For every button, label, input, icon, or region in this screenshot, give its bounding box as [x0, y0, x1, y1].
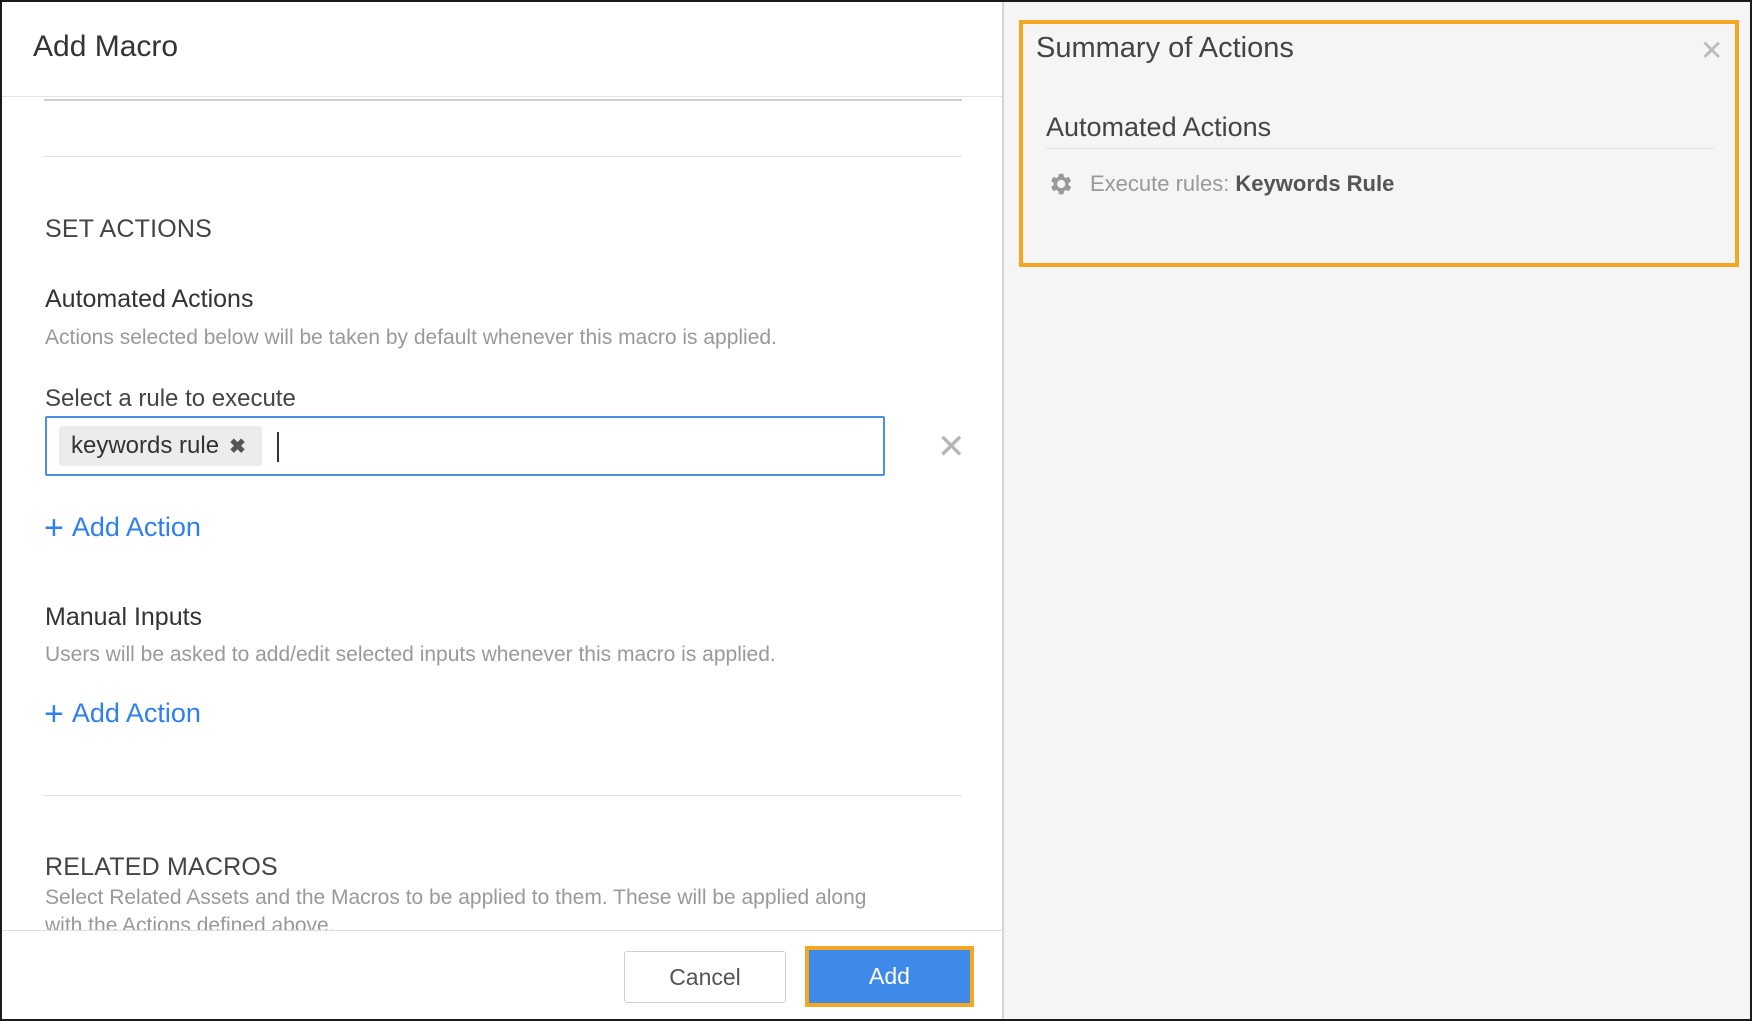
summary-rule-line: Execute rules: Keywords Rule [1046, 170, 1394, 198]
section-divider [44, 156, 962, 157]
plus-icon: + [44, 508, 64, 547]
add-button[interactable]: Add [809, 950, 970, 1003]
modal-footer: Cancel Add [2, 931, 1002, 1019]
automated-actions-description: Actions selected below will be taken by … [45, 326, 777, 349]
header-divider [2, 96, 1002, 97]
gear-icon [1051, 173, 1072, 195]
rule-select-label: Select a rule to execute [45, 385, 296, 412]
summary-line-value: Keywords Rule [1235, 171, 1395, 196]
related-macros-heading: RELATED MACROS [45, 853, 278, 881]
summary-close-icon[interactable]: ✕ [1700, 34, 1723, 67]
selected-rule-tag-label: keywords rule [71, 432, 220, 459]
summary-line-label: Execute rules: [1090, 171, 1230, 196]
summary-section-title: Automated Actions [1046, 112, 1272, 142]
section-divider [44, 795, 962, 796]
plus-icon: + [44, 694, 64, 733]
screen-frame: Add Macro SET ACTIONS Automated Actions … [0, 0, 1752, 1021]
set-actions-heading: SET ACTIONS [45, 215, 213, 243]
remove-action-close-icon[interactable]: ✕ [937, 430, 966, 464]
add-manual-action-link[interactable]: + Add Action [44, 694, 201, 733]
related-macros-description-line1: Select Related Assets and the Macros to … [45, 886, 867, 909]
rule-select-input[interactable]: keywords rule ✖ [45, 416, 885, 476]
add-automated-action-link[interactable]: + Add Action [44, 508, 201, 547]
summary-panel: Summary of Actions ✕ Automated Actions E… [1004, 2, 1750, 1019]
cancel-button[interactable]: Cancel [624, 951, 786, 1003]
text-caret [277, 432, 279, 462]
tag-remove-x-icon[interactable]: ✖ [229, 434, 246, 459]
modal-title: Add Macro [33, 30, 179, 63]
add-action-label: Add Action [71, 698, 201, 728]
previous-field-edge [44, 99, 962, 101]
automated-actions-title: Automated Actions [45, 285, 254, 313]
add-button-highlight: Add [805, 946, 974, 1007]
selected-rule-tag: keywords rule ✖ [59, 426, 262, 466]
add-action-label: Add Action [71, 512, 201, 542]
manual-inputs-title: Manual Inputs [45, 603, 203, 631]
summary-title: Summary of Actions [1036, 32, 1294, 64]
add-macro-modal: Add Macro SET ACTIONS Automated Actions … [2, 2, 1004, 1019]
manual-inputs-description: Users will be asked to add/edit selected… [45, 643, 776, 666]
summary-divider [1046, 148, 1714, 149]
